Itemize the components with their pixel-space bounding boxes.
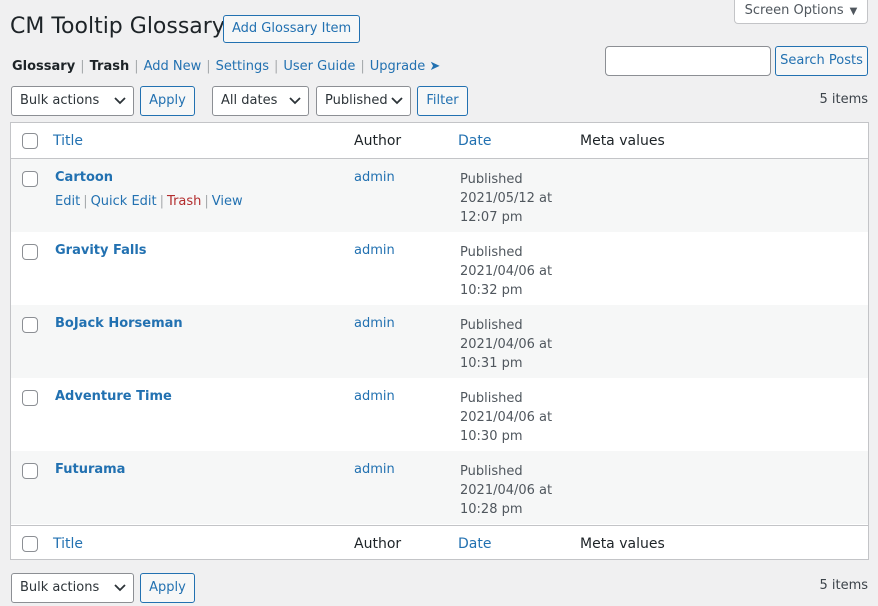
row-title-link[interactable]: Futurama [55, 462, 125, 477]
items-count-bottom: 5 items [819, 578, 868, 593]
chevron-down-icon [114, 97, 126, 105]
chevron-down-icon [391, 97, 403, 105]
select-all-checkbox[interactable] [22, 133, 38, 149]
apply-button-bottom[interactable]: Apply [140, 573, 195, 603]
row-title-link[interactable]: BoJack Horseman [55, 316, 183, 331]
filter-button[interactable]: Filter [417, 86, 468, 116]
subnav-settings[interactable]: Settings [216, 59, 269, 74]
bulk-actions-select-top[interactable]: Bulk actions [11, 86, 134, 116]
status-filter-select[interactable]: Published [316, 86, 411, 116]
row-author-link[interactable]: admin [354, 316, 395, 331]
add-glossary-item-button[interactable]: Add Glossary Item [223, 15, 361, 43]
row-date-value: 2021/04/06 at [460, 337, 553, 352]
subnav-user-guide[interactable]: User Guide [283, 59, 355, 74]
subnav-separator: | [273, 59, 279, 74]
row-date: Published 2021/04/06 at 10:30 pm [460, 389, 552, 446]
apply-button-top[interactable]: Apply [140, 86, 195, 116]
subnav-trash[interactable]: Trash [90, 59, 130, 74]
page-title: CM Tooltip Glossary [10, 14, 225, 39]
action-separator: | [83, 194, 88, 209]
row-author-link[interactable]: admin [354, 389, 395, 404]
row-actions: Edit | Quick Edit | Trash | View [55, 194, 243, 209]
column-title-footer[interactable]: Title [53, 536, 83, 552]
table-row: Adventure Time admin Published 2021/04/0… [11, 378, 868, 451]
action-separator: | [159, 194, 165, 209]
row-date-status: Published [460, 391, 523, 406]
row-date-time: 10:28 pm [460, 502, 523, 517]
column-meta-values: Meta values [580, 133, 665, 149]
column-author: Author [354, 133, 402, 149]
row-date-status: Published [460, 245, 523, 260]
edit-link[interactable]: Edit [55, 194, 80, 209]
table-row: Cartoon Edit | Quick Edit | Trash | View admin… [11, 159, 868, 232]
search-posts-button[interactable]: Search Posts [775, 46, 868, 76]
column-title[interactable]: Title [53, 133, 83, 149]
column-meta-values-footer: Meta values [580, 536, 665, 552]
posts-table: Title Author Date Meta values Cartoon Ed… [10, 122, 869, 560]
row-date-value: 2021/05/12 at [460, 191, 553, 206]
subnav-upgrade[interactable]: Upgrade ➤ [370, 59, 441, 74]
row-title-link[interactable]: Gravity Falls [55, 243, 147, 258]
row-date-value: 2021/04/06 at [460, 410, 553, 425]
table-header: Title Author Date Meta values [11, 123, 868, 159]
table-row: Gravity Falls admin Published 2021/04/06… [11, 232, 868, 305]
row-date: Published 2021/04/06 at 10:31 pm [460, 316, 552, 373]
row-date-value: 2021/04/06 at [460, 264, 553, 279]
row-date-time: 12:07 pm [460, 210, 523, 225]
chevron-down-icon [289, 97, 301, 105]
row-date-status: Published [460, 318, 523, 333]
screen-options-button[interactable]: Screen Options ▼ [734, 0, 868, 24]
row-checkbox[interactable] [22, 463, 38, 479]
table-row: BoJack Horseman admin Published 2021/04/… [11, 305, 868, 378]
row-author-link[interactable]: admin [354, 243, 395, 258]
table-footer: Title Author Date Meta values [11, 525, 868, 561]
subnav-separator: | [360, 59, 365, 74]
row-checkbox[interactable] [22, 244, 38, 260]
chevron-down-icon [114, 584, 126, 592]
row-date-status: Published [460, 464, 523, 479]
row-title-link[interactable]: Adventure Time [55, 389, 172, 404]
subnav-add-new[interactable]: Add New [144, 59, 202, 74]
row-date-time: 10:30 pm [460, 429, 523, 444]
row-author-link[interactable]: admin [354, 170, 395, 185]
action-separator: | [204, 194, 209, 209]
row-checkbox[interactable] [22, 317, 38, 333]
row-date-value: 2021/04/06 at [460, 483, 553, 498]
column-date[interactable]: Date [458, 133, 491, 149]
row-date-status: Published [460, 172, 523, 187]
bulk-actions-select-bottom[interactable]: Bulk actions [11, 573, 134, 603]
row-date: Published 2021/05/12 at 12:07 pm [460, 170, 552, 227]
subnav-separator: | [80, 59, 85, 74]
row-author-link[interactable]: admin [354, 462, 395, 477]
subnav-separator: | [206, 59, 211, 74]
table-row: Futurama admin Published 2021/04/06 at 1… [11, 451, 868, 524]
row-title-link[interactable]: Cartoon [55, 170, 113, 185]
subnav-separator: | [134, 59, 139, 74]
row-checkbox[interactable] [22, 171, 38, 187]
screen-options-label: Screen Options [744, 3, 844, 18]
row-date: Published 2021/04/06 at 10:32 pm [460, 243, 552, 300]
items-count-top: 5 items [819, 92, 868, 107]
subsubsub-nav: Glossary | Trash | Add New | Settings | User Gui… [12, 59, 440, 74]
search-input[interactable] [605, 46, 771, 76]
trash-link[interactable]: Trash [167, 194, 201, 209]
row-checkbox[interactable] [22, 390, 38, 406]
view-link[interactable]: View [212, 194, 243, 209]
row-date-time: 10:32 pm [460, 283, 523, 298]
quick-edit-link[interactable]: Quick Edit [91, 194, 157, 209]
column-date-footer[interactable]: Date [458, 536, 491, 552]
select-all-checkbox-bottom[interactable] [22, 536, 38, 552]
subnav-glossary[interactable]: Glossary [12, 59, 75, 74]
triangle-down-icon: ▼ [849, 6, 858, 17]
column-author-footer: Author [354, 536, 402, 552]
row-date: Published 2021/04/06 at 10:28 pm [460, 462, 552, 519]
dates-filter-select[interactable]: All dates [212, 86, 309, 116]
row-date-time: 10:31 pm [460, 356, 523, 371]
